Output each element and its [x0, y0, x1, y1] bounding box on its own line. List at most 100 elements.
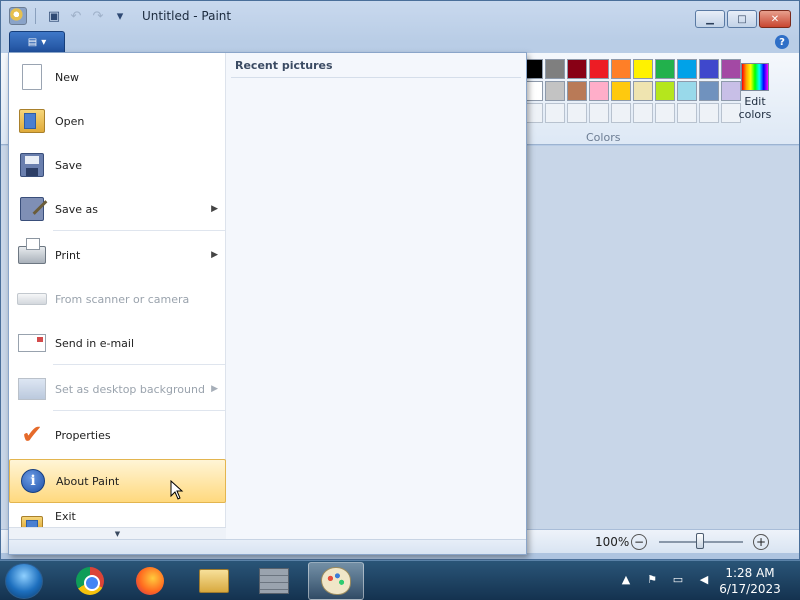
submenu-arrow-icon: ▶: [211, 384, 218, 394]
menu-scroll-down-button[interactable]: ▼: [9, 527, 226, 539]
maximize-icon: □: [737, 13, 747, 25]
file-menu-item-exit[interactable]: Exit: [9, 505, 226, 527]
redo-button[interactable]: ↷: [88, 6, 108, 26]
file-menu-item-save-as[interactable]: Save as ▶: [9, 187, 226, 231]
color-swatch[interactable]: [677, 59, 697, 79]
color-swatch[interactable]: [655, 81, 675, 101]
printer-icon: [15, 238, 49, 272]
file-menu-item-properties[interactable]: ✔ Properties: [9, 413, 226, 457]
zoom-out-icon: −: [633, 535, 645, 549]
volume-muted-icon[interactable]: ◀: [696, 571, 712, 587]
undo-button[interactable]: ↶: [66, 6, 86, 26]
taskbar-file-explorer[interactable]: [186, 562, 242, 600]
color-swatch[interactable]: [677, 81, 697, 101]
customize-quick-access-button[interactable]: ▾: [110, 6, 130, 26]
show-hidden-icons-button[interactable]: ▲: [618, 571, 634, 587]
checkmark-icon: ✔: [21, 420, 43, 450]
paint-palette-icon: [321, 567, 351, 595]
system-tray: ▲ ⚑ ▭ ◀: [618, 571, 712, 587]
file-menu: ▼ New Open Save Save as ▶ Print ▶ From scanner …: [8, 52, 527, 555]
menu-separator: [53, 410, 225, 411]
taskbar-clock[interactable]: 1:28 AM 6/17/2023: [718, 565, 782, 597]
chevron-down-icon: ▾: [41, 37, 47, 48]
minimize-button[interactable]: ▁: [695, 10, 725, 28]
color-swatch[interactable]: [633, 81, 653, 101]
floppy-icon: ▣: [47, 8, 61, 24]
edit-colors-button[interactable]: Edit colors: [735, 59, 775, 121]
file-menu-button[interactable]: ▤ ▾: [9, 31, 65, 53]
custom-color-slot[interactable]: [567, 103, 587, 123]
file-menu-item-label: Send in e-mail: [55, 336, 135, 350]
zoom-in-button[interactable]: +: [753, 534, 769, 550]
color-swatch[interactable]: [589, 81, 609, 101]
custom-color-slot[interactable]: [611, 103, 631, 123]
menu-separator: [53, 364, 225, 365]
file-menu-item-set-as-desktop-background: Set as desktop background ▶: [9, 367, 226, 411]
color-swatch[interactable]: [567, 81, 587, 101]
color-swatch[interactable]: [545, 59, 565, 79]
help-button[interactable]: ?: [775, 35, 789, 49]
scroll-down-arrow-icon: ▼: [114, 529, 121, 538]
color-swatch[interactable]: [699, 81, 719, 101]
start-button[interactable]: [5, 563, 43, 599]
folder-icon: [199, 569, 229, 593]
email-icon: [15, 326, 49, 360]
color-swatch[interactable]: [611, 59, 631, 79]
recent-pictures-title: Recent pictures: [235, 59, 333, 72]
close-button[interactable]: ✕: [759, 10, 791, 28]
color-swatch[interactable]: [699, 59, 719, 79]
submenu-arrow-icon: ▶: [211, 204, 218, 214]
action-center-icon[interactable]: ⚑: [644, 571, 660, 587]
custom-color-slot[interactable]: [633, 103, 653, 123]
save-icon: [15, 148, 49, 182]
quick-save-button[interactable]: ▣: [44, 6, 64, 26]
recent-pictures-pane: Recent pictures: [226, 53, 526, 539]
taskbar: ▲ ⚑ ▭ ◀ 1:28 AM 6/17/2023: [0, 560, 800, 600]
color-palette: [523, 59, 741, 123]
file-menu-commands: ▼ New Open Save Save as ▶ Print ▶ From scanner …: [9, 53, 226, 539]
file-menu-item-print[interactable]: Print ▶: [9, 233, 226, 277]
custom-color-slot[interactable]: [589, 103, 609, 123]
info-icon: i: [16, 464, 50, 498]
chrome-icon: [76, 567, 104, 595]
custom-color-slot[interactable]: [699, 103, 719, 123]
custom-color-slot[interactable]: [545, 103, 565, 123]
maximize-button[interactable]: □: [727, 10, 757, 28]
color-swatch[interactable]: [567, 59, 587, 79]
taskbar-chrome[interactable]: [62, 562, 118, 600]
color-spectrum-icon: [741, 63, 769, 91]
file-menu-item-save[interactable]: Save: [9, 143, 226, 187]
file-menu-item-new[interactable]: New: [9, 55, 226, 99]
colors-group-label: Colors: [586, 131, 621, 144]
color-swatch[interactable]: [655, 59, 675, 79]
file-menu-item-label: Save: [55, 158, 83, 172]
network-icon[interactable]: ▭: [670, 571, 686, 587]
file-menu-item-label: About Paint: [56, 474, 120, 488]
minimize-icon: ▁: [706, 13, 714, 25]
custom-color-slot[interactable]: [677, 103, 697, 123]
color-swatch[interactable]: [633, 59, 653, 79]
window-controls: ▁ □ ✕: [695, 10, 791, 28]
edit-colors-label: Edit colors: [738, 95, 772, 121]
color-swatch[interactable]: [589, 59, 609, 79]
zoom-out-button[interactable]: −: [631, 534, 647, 550]
zoom-in-icon: +: [755, 535, 767, 549]
file-menu-item-send-in-e-mail[interactable]: Send in e-mail: [9, 321, 226, 365]
window-title: Untitled - Paint: [142, 9, 232, 23]
color-swatch[interactable]: [611, 81, 631, 101]
submenu-arrow-icon: ▶: [211, 250, 218, 260]
quick-access-separator: [35, 8, 36, 24]
color-swatch[interactable]: [545, 81, 565, 101]
custom-color-slot[interactable]: [655, 103, 675, 123]
file-menu-item-about-paint[interactable]: i About Paint: [9, 459, 226, 503]
dropdown-icon: ▾: [116, 8, 124, 24]
zoom-slider-thumb[interactable]: [696, 533, 704, 549]
file-menu-item-open[interactable]: Open: [9, 99, 226, 143]
paint-app-icon[interactable]: [9, 7, 27, 25]
file-menu-item-label: Open: [55, 114, 85, 128]
taskbar-firewall[interactable]: [246, 562, 302, 600]
file-menu-item-from-scanner-or-camera: From scanner or camera: [9, 277, 226, 321]
taskbar-firefox[interactable]: [122, 562, 178, 600]
menu-icon: ▤: [27, 37, 38, 48]
taskbar-paint[interactable]: [308, 562, 364, 600]
